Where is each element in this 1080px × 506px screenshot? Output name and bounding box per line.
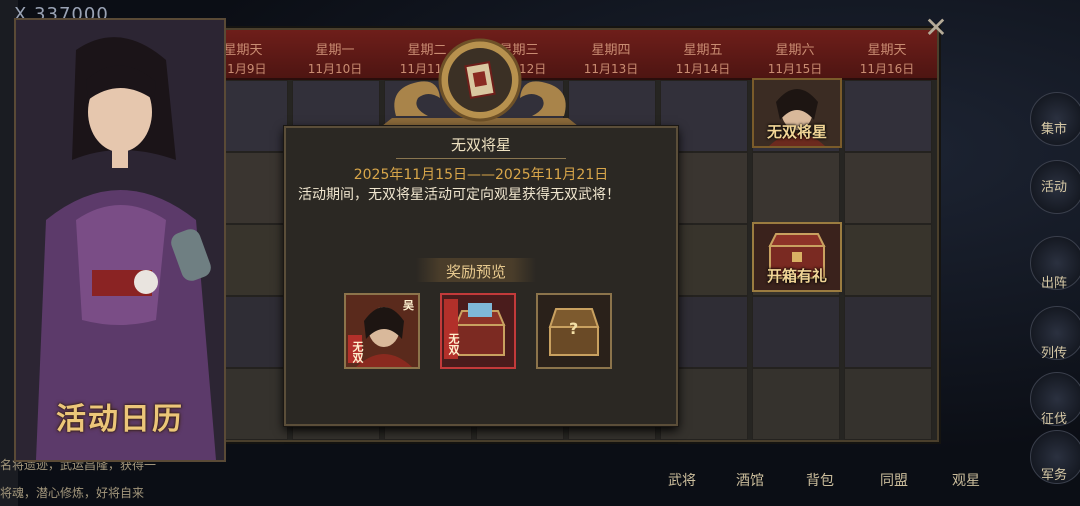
event-open-box-gift[interactable]: 开箱有礼	[752, 222, 842, 292]
calendar-cell[interactable]	[844, 224, 932, 296]
calendar-cell[interactable]	[844, 368, 932, 440]
calendar-day-header: 星期六 11月15日	[752, 30, 838, 78]
bottom-bar-bag[interactable]: 背包	[806, 470, 834, 490]
calendar-cell[interactable]	[844, 80, 932, 152]
portrait-title: 活动日历	[56, 402, 184, 437]
calendar-day-header: 星期一 11月10日	[292, 30, 378, 78]
event-label-wushuang: 无双将星	[766, 123, 827, 141]
calendar-cell[interactable]	[844, 152, 932, 224]
reward-general-card[interactable]: 吴 无双	[344, 293, 420, 369]
calendar-cell[interactable]	[752, 296, 840, 368]
weekday-label: 星期一	[315, 43, 355, 58]
bottom-bar-stargaze[interactable]: 观星	[952, 470, 980, 490]
menu-label-biography: 列传	[1040, 346, 1067, 361]
menu-label-deploy: 出阵	[1040, 276, 1067, 291]
calendar-cell[interactable]	[752, 368, 840, 440]
faction-badge: 吴	[403, 299, 414, 312]
popup-title: 无双将星	[450, 136, 511, 154]
character-portrait: 活动日历	[14, 18, 226, 462]
menu-label-market: 集市	[1040, 122, 1067, 137]
reward-red-treasure-chest[interactable]: 无双	[440, 293, 516, 369]
weekday-label: 星期五	[683, 43, 723, 58]
right-menu: 集市 活动 出阵 列传 征伐 军务	[930, 0, 1080, 506]
weekday-label: 星期六	[775, 43, 815, 58]
event-wushuang-jiangxing[interactable]: 无双将星	[752, 78, 842, 148]
menu-label-military: 军务	[1040, 468, 1067, 483]
reward-preview-header: 奖励预览	[416, 258, 536, 282]
red-chest-icon	[442, 295, 514, 367]
popup-description: 活动期间，无双将星活动可定向观星获得无双武将！	[298, 187, 620, 203]
bottom-bar-generals[interactable]: 武将	[668, 470, 696, 490]
bottom-bar-alliance[interactable]: 同盟	[880, 470, 908, 490]
menu-label-campaign: 征伐	[1040, 412, 1067, 427]
event-detail-popup: 无双将星 2025年11月15日——2025年11月21日 活动期间，无双将星活…	[284, 126, 678, 426]
weekday-label: 星期天	[867, 43, 907, 58]
date-label: 11月10日	[307, 62, 363, 76]
date-label: 11月15日	[767, 62, 823, 76]
reward-mystery-chest[interactable]: ?	[536, 293, 612, 369]
calendar-day-header: 星期天 11月16日	[844, 30, 930, 78]
bottom-hint-line-2: 将魂，潜心修炼，好将自来	[0, 486, 145, 500]
date-label: 11月14日	[675, 62, 731, 76]
popup-date-range: 2025年11月15日——2025年11月21日	[353, 167, 609, 183]
title-divider	[396, 158, 566, 159]
calendar-cell[interactable]	[844, 296, 932, 368]
calendar-day-header: 星期五 11月14日	[660, 30, 746, 78]
wushuang-tag: 无双	[447, 333, 460, 355]
question-mark: ?	[569, 319, 579, 338]
bottom-bar-tavern[interactable]: 酒馆	[736, 470, 764, 490]
close-icon[interactable]: ✕	[922, 14, 950, 42]
calendar-cell[interactable]	[752, 152, 840, 224]
wushuang-tag: 无双	[351, 341, 364, 363]
menu-label-activity: 活动	[1040, 180, 1067, 195]
dragon-medallion-icon	[382, 38, 578, 126]
date-label: 11月16日	[859, 62, 915, 76]
reward-preview-title: 奖励预览	[445, 263, 506, 281]
event-label-open-box: 开箱有礼	[766, 267, 827, 285]
